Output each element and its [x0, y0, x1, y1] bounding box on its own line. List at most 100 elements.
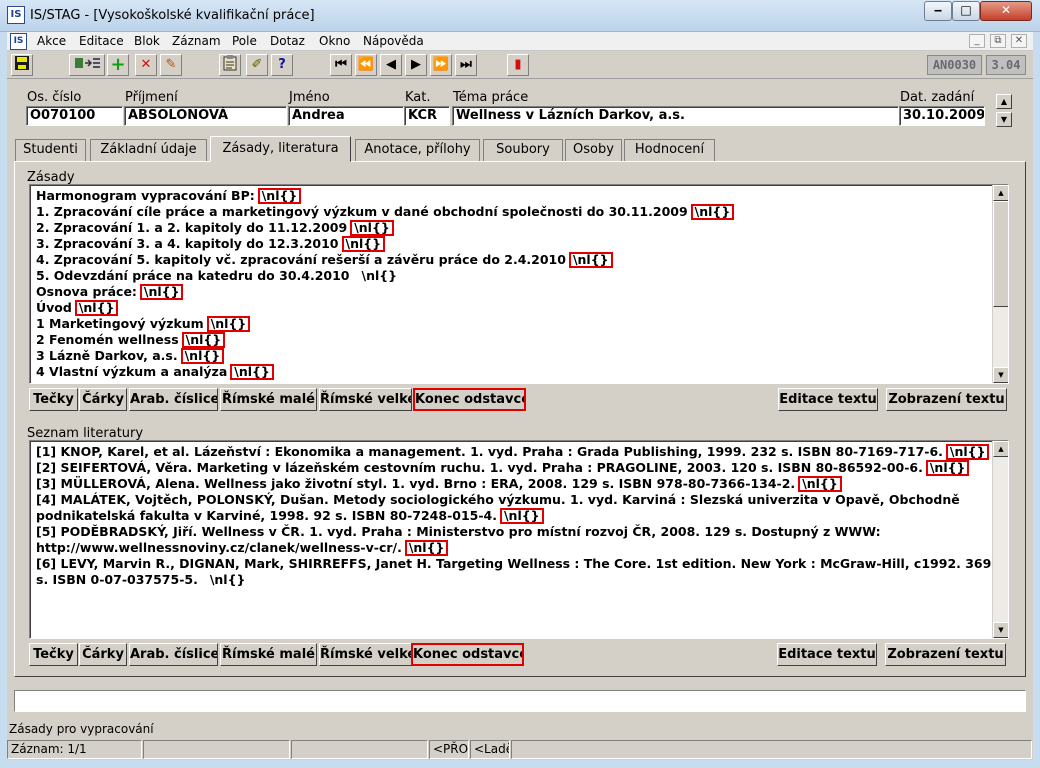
datum-field[interactable]: 30.10.2009: [899, 106, 985, 126]
os-cislo-field[interactable]: O070100: [26, 106, 123, 126]
record-down-button[interactable]: ▼: [996, 112, 1012, 127]
app-menu-icon[interactable]: IS: [10, 33, 27, 50]
tab-anotace-prilohy[interactable]: Anotace, přílohy: [355, 139, 480, 161]
status-cell: [143, 740, 290, 759]
scroll-up-arrow-icon[interactable]: ▲: [993, 441, 1008, 457]
zasady-line-text: 5. Odevzdání práce na katedru do 30.4.20…: [36, 268, 350, 283]
tema-field[interactable]: Wellness v Lázních Darkov, a.s.: [452, 106, 899, 126]
newline-marker: \nl{}: [945, 444, 990, 460]
status-cell: [511, 740, 1032, 759]
menu-pole[interactable]: Pole: [232, 34, 257, 48]
scroll-up-arrow-icon[interactable]: ▲: [993, 185, 1008, 201]
literatura-scrollbar[interactable]: ▲ ▼: [992, 441, 1008, 638]
zasady-textarea[interactable]: Harmonogram vypracování BP: \nl{} 1. Zprac…: [29, 184, 1009, 384]
menu-blok[interactable]: Blok: [134, 34, 160, 48]
scroll-down-arrow-icon[interactable]: ▼: [993, 622, 1008, 638]
literatura-textarea[interactable]: [1] KNOP, Karel, et al. Lázeňství : Ekon…: [29, 440, 1009, 639]
jmeno-field[interactable]: Andrea: [288, 106, 404, 126]
format-carky-button[interactable]: Čárky: [79, 388, 127, 411]
format-rimske-velke-button[interactable]: Římské velké: [319, 388, 412, 411]
zasady-line-text: 1. Zpracování cíle práce a marketingový …: [36, 204, 688, 219]
clear-icon[interactable]: ✎: [160, 54, 182, 76]
kat-field[interactable]: KCR: [404, 106, 450, 126]
exit-icon[interactable]: ▮: [507, 54, 529, 76]
add-icon[interactable]: +: [107, 54, 129, 76]
menu-napoveda[interactable]: Nápověda: [363, 34, 424, 48]
zasady-line: 2 Fenomén wellness \nl{}: [36, 332, 990, 348]
mdi-close-button[interactable]: ✕: [1011, 34, 1027, 48]
mdi-minimize-button[interactable]: _: [969, 34, 985, 48]
literatura-line-text: [6] LEVY, Marvin R., DIGNAN, Mark, SHIRR…: [36, 556, 992, 571]
status-bar: Záznam: 1/1 <PŘOS <Ladě: [7, 740, 1033, 760]
next-record-icon[interactable]: ▶: [405, 54, 427, 76]
maximize-button[interactable]: □: [952, 1, 980, 21]
zasady-lines: Harmonogram vypracování BP: \nl{} 1. Zprac…: [36, 188, 990, 380]
newline-marker: \nl{}: [499, 508, 544, 524]
editace-textu-button[interactable]: Editace textu: [778, 388, 878, 411]
zasady-line: 2. Zpracování 1. a 2. kapitoly do 11.12.…: [36, 220, 990, 236]
newline-marker: \nl{}: [350, 220, 394, 236]
menu-dotaz[interactable]: Dotaz: [270, 34, 305, 48]
scroll-thumb[interactable]: [993, 201, 1008, 307]
clipboard-icon[interactable]: [219, 54, 241, 76]
menu-akce[interactable]: Akce: [37, 34, 66, 48]
zasady-line: 4. Zpracování 5. kapitoly vč. zpracování…: [36, 252, 990, 268]
zasady-scrollbar[interactable]: ▲ ▼: [992, 185, 1008, 383]
close-button[interactable]: ✕: [980, 1, 1032, 21]
literatura-line-text: [1] KNOP, Karel, et al. Lázeňství : Ekon…: [36, 444, 943, 459]
newline-marker: \nl{}: [74, 300, 119, 316]
literatura-line: [2] SEIFERTOVÁ, Věra. Marketing v lázeňs…: [36, 460, 990, 476]
save-icon[interactable]: [11, 54, 33, 76]
literatura-line-text: s. ISBN 0-07-037575-5.: [36, 572, 198, 587]
scroll-down-arrow-icon[interactable]: ▼: [993, 367, 1008, 383]
newline-marker: \nl{}: [568, 252, 613, 268]
tab-zasady-literatura[interactable]: Zásady, literatura: [210, 136, 351, 162]
last-record-icon[interactable]: ⏭: [455, 54, 477, 76]
tab-hodnoceni[interactable]: Hodnocení: [624, 139, 715, 161]
zobrazeni-textu-button[interactable]: Zobrazení textu: [886, 388, 1007, 411]
query-icon[interactable]: [69, 54, 105, 76]
help-icon[interactable]: ?: [271, 54, 293, 76]
tema-label: Téma práce: [453, 90, 529, 105]
tab-studenti[interactable]: Studenti: [15, 139, 86, 161]
first-record-icon[interactable]: ⏮: [330, 54, 352, 76]
literatura-line-text: http://www.wellnessnoviny.cz/clanek/well…: [36, 540, 402, 555]
edit-icon[interactable]: ✐: [246, 54, 268, 76]
tab-zakladni-udaje[interactable]: Základní údaje: [90, 139, 207, 161]
record-up-button[interactable]: ▲: [996, 94, 1012, 109]
tab-osoby[interactable]: Osoby: [565, 139, 622, 161]
zasady-line: Harmonogram vypracování BP: \nl{}: [36, 188, 990, 204]
format-carky-button[interactable]: Čárky: [79, 643, 127, 666]
format-arab-button[interactable]: Arab. číslice: [129, 643, 218, 666]
format-rimske-male-button[interactable]: Římské malé: [220, 643, 317, 666]
zasady-line: 5. Odevzdání práce na katedru do 30.4.20…: [36, 268, 990, 284]
newline-marker: \nl{}: [798, 476, 842, 492]
format-konec-odstavce-button[interactable]: Konec odstavce: [411, 643, 524, 666]
zasady-line-text: Osnova práce:: [36, 284, 137, 299]
delete-icon[interactable]: ✕: [135, 54, 157, 76]
menu-okno[interactable]: Okno: [319, 34, 350, 48]
literatura-label: Seznam literatury: [27, 426, 144, 441]
menu-editace[interactable]: Editace: [79, 34, 124, 48]
minimize-button[interactable]: ‒: [924, 1, 952, 21]
literatura-line-text: podnikatelská fakulta v Karviné, 1998. 9…: [36, 508, 497, 523]
next-page-icon[interactable]: ⏩: [430, 54, 452, 76]
os-cislo-label: Os. číslo: [27, 90, 82, 105]
prijmeni-field[interactable]: ABSOLONOVÁ: [124, 106, 287, 126]
mdi-restore-button[interactable]: ⧉: [990, 34, 1006, 48]
format-tecky-button[interactable]: Tečky: [29, 388, 78, 411]
zasady-line-text: 1 Marketingový výzkum: [36, 316, 204, 331]
format-konec-odstavce-button[interactable]: Konec odstavce: [413, 388, 526, 411]
literatura-line: [3] MÜLLEROVÁ, Alena. Wellness jako živo…: [36, 476, 990, 492]
editace-textu-button[interactable]: Editace textu: [777, 643, 877, 666]
format-rimske-velke-button[interactable]: Římské velké: [319, 643, 412, 666]
zobrazeni-textu-button[interactable]: Zobrazení textu: [885, 643, 1006, 666]
menu-zaznam[interactable]: Záznam: [172, 34, 221, 48]
prev-record-icon[interactable]: ◀: [380, 54, 402, 76]
newline-marker: \nl{}: [341, 236, 386, 252]
format-arab-button[interactable]: Arab. číslice: [129, 388, 218, 411]
prev-page-icon[interactable]: ⏪: [355, 54, 377, 76]
tab-soubory[interactable]: Soubory: [483, 139, 563, 161]
format-tecky-button[interactable]: Tečky: [29, 643, 78, 666]
format-rimske-male-button[interactable]: Římské malé: [220, 388, 317, 411]
